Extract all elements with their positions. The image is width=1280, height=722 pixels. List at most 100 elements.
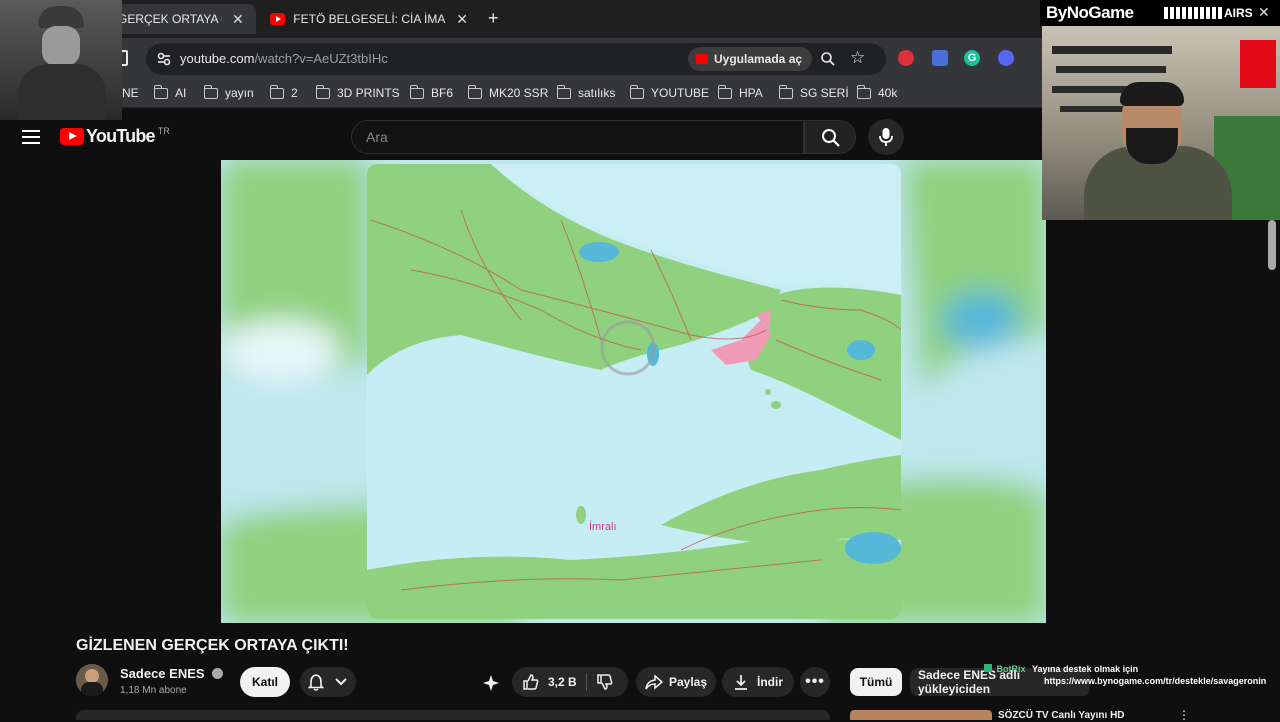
chip-all[interactable]: Tümü: [850, 668, 902, 696]
chevron-down-icon: [335, 678, 347, 686]
bookmark-folder[interactable]: 40k: [856, 84, 898, 100]
logo-text: YouTube: [86, 126, 156, 146]
download-label: İndir: [757, 675, 783, 689]
folder-icon: [778, 84, 793, 99]
site-info-icon[interactable]: [156, 51, 172, 67]
youtube-logo[interactable]: YouTube TR: [60, 126, 170, 147]
folder-icon: [269, 84, 284, 99]
bot-name: BotRix: [996, 664, 1026, 674]
download-button[interactable]: İndir: [722, 667, 794, 697]
bookmark-folder[interactable]: SG SERİ: [778, 84, 849, 100]
menu-icon[interactable]: [22, 130, 40, 144]
bot-badge-icon: [984, 664, 992, 672]
portrait-overlay: [0, 0, 122, 120]
bookmark-item[interactable]: NE: [122, 86, 139, 100]
sponsor-logo-graphic: [1164, 7, 1222, 19]
tab-title: GERÇEK ORTAYA ÇIK: [118, 12, 222, 26]
sponsor-banner: ByNoGame AIRS ✕: [1040, 0, 1280, 26]
folder-icon: [409, 84, 424, 99]
tab-feto[interactable]: FETÖ BELGESELİ: CİA İMAMI - Y ✕: [262, 4, 476, 34]
bookmark-folder[interactable]: HPA: [717, 84, 763, 100]
folder-icon: [315, 84, 330, 99]
share-label: Paylaş: [668, 675, 708, 689]
description-box[interactable]: [76, 710, 830, 720]
search-icon: [822, 129, 840, 147]
youtube-play-icon: [60, 128, 84, 145]
extension-blue-icon[interactable]: [932, 50, 948, 66]
folder-icon: [556, 84, 571, 99]
bookmark-folder[interactable]: 3D PRINTS: [315, 84, 400, 100]
close-icon[interactable]: ✕: [456, 11, 468, 28]
url-domain: youtube.com: [180, 51, 255, 66]
folder-icon: [856, 84, 871, 99]
url-text: youtube.com/watch?v=AeUZt3tbIHc: [180, 51, 388, 66]
bookmark-folder[interactable]: MK20 SSR: [467, 84, 549, 100]
folder-icon: [467, 84, 482, 99]
subscriber-count: 1,18 Mn abone: [120, 685, 187, 696]
bot-message: BotRix Yayına destek olmak için https://…: [984, 664, 1266, 686]
bookmark-label: 3D PRINTS: [337, 86, 400, 100]
thumbs-up-icon: [523, 674, 539, 690]
microphone-icon: [879, 128, 893, 146]
bookmark-label: 40k: [878, 86, 898, 100]
bookmark-folder[interactable]: AI: [153, 84, 187, 100]
bookmark-folder[interactable]: BF6: [409, 84, 453, 100]
tab-active[interactable]: GERÇEK ORTAYA ÇIK ✕: [110, 4, 256, 34]
notifications-button[interactable]: [300, 667, 356, 697]
bookmark-folder[interactable]: 2: [269, 84, 298, 100]
channel-avatar[interactable]: [76, 664, 108, 696]
bookmark-folder[interactable]: yayın: [203, 84, 254, 100]
country-code: TR: [157, 125, 170, 136]
video-title: GİZLENEN GERÇEK ORTAYA ÇIKTI!: [76, 637, 349, 654]
search-button[interactable]: [804, 120, 856, 154]
extension-red-icon[interactable]: [898, 50, 914, 66]
open-in-app-button[interactable]: Uygulamada aç: [688, 47, 813, 71]
tab-title: FETÖ BELGESELİ: CİA İMAMI - Y: [293, 12, 446, 26]
sparkle-icon[interactable]: [482, 674, 500, 692]
grammarly-icon[interactable]: G: [964, 50, 980, 66]
new-tab-button[interactable]: +: [488, 8, 499, 29]
bookmark-star-icon[interactable]: ☆: [850, 48, 865, 68]
bookmark-folder[interactable]: YOUTUBE: [629, 84, 709, 100]
youtube-favicon-icon: [270, 13, 286, 25]
join-button[interactable]: Katıl: [240, 667, 290, 697]
voice-search-button[interactable]: [868, 119, 904, 155]
channel-name-text: Sadece ENES: [120, 666, 205, 681]
map-island-label: İmralı: [589, 520, 617, 533]
discord-icon[interactable]: [998, 50, 1014, 66]
bell-icon: [308, 674, 324, 691]
video-player[interactable]: İmralı: [221, 160, 1046, 623]
close-icon[interactable]: ✕: [232, 11, 244, 28]
scrollbar[interactable]: [1268, 220, 1276, 270]
bot-line-1: Yayına destek olmak için: [1032, 664, 1139, 674]
more-icon: •••: [805, 673, 825, 690]
folder-icon: [717, 84, 732, 99]
recommended-thumbnail[interactable]: [850, 710, 992, 720]
bookmark-label: 2: [291, 86, 298, 100]
share-button[interactable]: Paylaş: [636, 667, 716, 697]
bookmark-label: yayın: [225, 86, 254, 100]
recommended-title[interactable]: SÖZCÜ TV Canlı Yayını HD: [998, 710, 1125, 721]
bookmark-label: AI: [175, 86, 187, 100]
address-bar[interactable]: youtube.com/watch?v=AeUZt3tbIHc Uygulama…: [146, 43, 886, 75]
bot-line-2: https://www.bynogame.com/tr/destekle/sav…: [1044, 676, 1267, 686]
zoom-icon[interactable]: [820, 51, 836, 67]
verified-icon: [212, 668, 224, 679]
bookmark-label: satılıks: [578, 86, 616, 100]
thumbs-down-icon[interactable]: [596, 673, 614, 691]
bookmark-folder[interactable]: satılıks: [556, 84, 616, 100]
folder-icon: [153, 84, 168, 99]
more-actions-button[interactable]: •••: [800, 667, 830, 697]
channel-name[interactable]: Sadece ENES: [120, 666, 224, 681]
folder-icon: [203, 84, 218, 99]
search-input[interactable]: Ara: [351, 120, 804, 154]
bookmark-label: NE: [122, 86, 139, 100]
sponsor-logo: ByNoGame: [1046, 3, 1134, 22]
close-icon: ✕: [1258, 4, 1270, 20]
bookmark-label: SG SERİ: [800, 86, 849, 100]
like-button[interactable]: 3,2 B: [512, 667, 628, 697]
bookmark-label: HPA: [739, 86, 763, 100]
like-count: 3,2 B: [548, 675, 577, 689]
bookmark-label: MK20 SSR: [489, 86, 549, 100]
sponsor-logo-2: AIRS: [1224, 6, 1253, 20]
